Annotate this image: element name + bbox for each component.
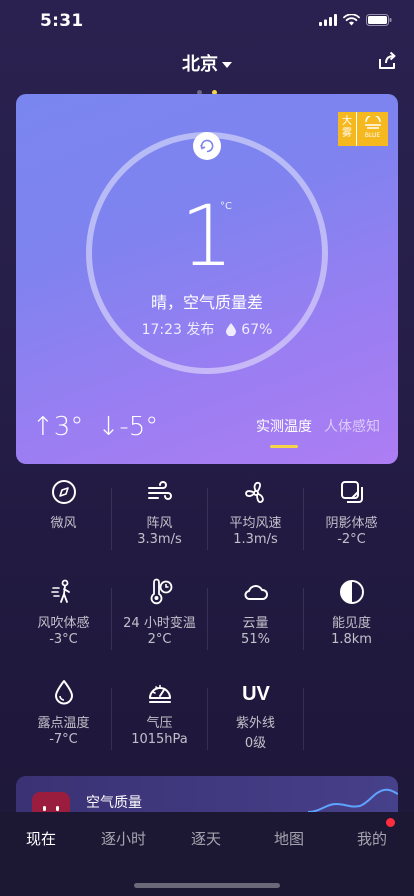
- status-time: 5:31: [40, 11, 84, 31]
- status-icons: [319, 14, 392, 26]
- metric-value: 3.3m/s: [137, 532, 182, 547]
- metric-label: 阵风: [146, 516, 173, 531]
- svg-text:UV: UV: [242, 683, 270, 705]
- uv-icon: UV: [242, 683, 270, 705]
- metric-label: 紫外线: [235, 716, 275, 731]
- metric-value: 51%: [241, 632, 270, 647]
- metric-value: -7°C: [49, 732, 78, 747]
- wifi-icon: [343, 14, 360, 26]
- caret-down-icon: [222, 62, 232, 68]
- metric-cloud-cover[interactable]: 云量 51%: [208, 578, 303, 647]
- tab-mine[interactable]: 我的: [357, 828, 387, 849]
- compass-icon: [51, 480, 76, 504]
- metric-gust[interactable]: 阵风 3.3m/s: [112, 478, 207, 547]
- fog-warning-badge[interactable]: 大雾 BLUE: [338, 112, 388, 146]
- metric-label: 微风: [50, 516, 77, 531]
- metric-label: 平均风速: [229, 516, 282, 531]
- notification-dot: [386, 818, 395, 827]
- battery-icon: [366, 14, 392, 26]
- metric-avg-wind[interactable]: 平均风速 1.3m/s: [208, 478, 303, 547]
- city-selector[interactable]: 北京: [0, 50, 414, 76]
- fan-icon: [244, 481, 264, 504]
- share-icon[interactable]: [376, 50, 398, 72]
- humidity-value: 67%: [241, 322, 273, 338]
- metric-value: 0级: [244, 736, 267, 751]
- metric-value: 1.8km: [331, 632, 372, 647]
- status-bar: 5:31: [0, 0, 414, 44]
- metric-wind-level[interactable]: 微风: [16, 478, 111, 532]
- mode-measured[interactable]: 实测温度: [256, 416, 312, 448]
- visibility-icon: [339, 580, 364, 604]
- mode-feels-like[interactable]: 人体感知: [324, 416, 380, 436]
- badge-bottom-text: 雾: [342, 128, 352, 139]
- metric-label: 能见度: [331, 616, 371, 631]
- tab-hourly[interactable]: 逐小时: [101, 828, 146, 849]
- metric-value: -2°C: [337, 532, 366, 547]
- current-temperature: 1: [180, 187, 234, 285]
- metric-visibility[interactable]: 能见度 1.8km: [304, 578, 399, 647]
- metric-dew-point[interactable]: 露点温度 -7°C: [16, 678, 111, 747]
- low-temp: ↓-5°: [97, 412, 159, 442]
- signal-icon: [319, 14, 337, 26]
- tab-map[interactable]: 地图: [274, 828, 304, 849]
- weather-card[interactable]: 大雾 BLUE 1 °C 晴，空气质量差 17:23 发布 67% ↑3° ↓-…: [16, 94, 398, 464]
- divider: [303, 688, 304, 750]
- temperature-unit: °C: [220, 201, 232, 212]
- ring-knob: [193, 132, 221, 160]
- tab-daily[interactable]: 逐天: [191, 828, 221, 849]
- cloud-icon: [244, 585, 268, 600]
- metric-24h-temp-change[interactable]: 24 小时变温 2°C: [112, 578, 207, 647]
- fog-icon: [364, 114, 381, 129]
- thermometer-clock-icon: [150, 578, 172, 605]
- metric-label: 阴影体感: [325, 516, 378, 531]
- badge-top-text: 大: [342, 116, 352, 127]
- home-indicator[interactable]: [134, 883, 280, 888]
- metric-value: 2°C: [147, 632, 172, 647]
- temperature-mode-toggle[interactable]: 实测温度 人体感知: [256, 416, 380, 448]
- metric-shade-feel[interactable]: 阴影体感 -2°C: [304, 478, 399, 547]
- metric-label: 云量: [242, 616, 269, 631]
- metric-uv[interactable]: UV 紫外线 0级: [208, 678, 303, 751]
- metric-value: 1.3m/s: [233, 532, 278, 547]
- humidity-drop-icon: [225, 323, 236, 337]
- city-name: 北京: [182, 54, 218, 75]
- refresh-icon: [200, 139, 214, 153]
- gauge-icon: [148, 684, 171, 703]
- metric-wind-chill[interactable]: 风吹体感 -3°C: [16, 578, 111, 647]
- city-header[interactable]: 北京: [0, 50, 414, 76]
- tab-now[interactable]: 现在: [26, 828, 56, 849]
- metric-pressure[interactable]: 气压 1015hPa: [112, 678, 207, 747]
- weather-condition: 晴，空气质量差: [150, 293, 263, 312]
- metric-label: 风吹体感: [37, 616, 90, 631]
- publish-info: 17:23 发布 67%: [16, 319, 398, 339]
- publish-time: 17:23 发布: [141, 322, 215, 338]
- high-temp: ↑3°: [32, 412, 84, 442]
- wind-icon: [147, 481, 172, 500]
- windchill-icon: [50, 579, 70, 603]
- metric-value: 1015hPa: [131, 732, 188, 747]
- aqi-title: 空气质量: [86, 795, 142, 811]
- metric-value: -3°C: [49, 632, 78, 647]
- metric-label: 24 小时变温: [123, 616, 196, 631]
- metric-label: 露点温度: [37, 716, 90, 731]
- dewpoint-icon: [54, 680, 73, 705]
- badge-level-text: BLUE: [364, 132, 381, 139]
- high-low-temps: ↑3° ↓-5°: [32, 412, 158, 442]
- shade-icon: [340, 481, 363, 503]
- metric-label: 气压: [146, 716, 173, 731]
